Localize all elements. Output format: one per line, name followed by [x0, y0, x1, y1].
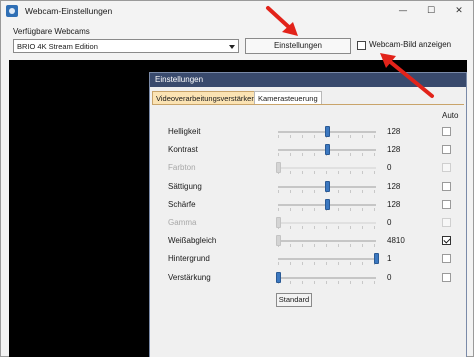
auto-checkbox[interactable]: [442, 181, 451, 191]
slider-thumb: [276, 162, 281, 174]
tab-camera-control[interactable]: Kamerasteuerung: [254, 91, 322, 104]
title-bar[interactable]: Webcam-Einstellungen — ☐ ✕: [1, 1, 473, 21]
minimize-button[interactable]: —: [389, 1, 417, 21]
setting-row: Sättigung 128: [150, 180, 466, 194]
auto-checkbox: [442, 163, 451, 173]
setting-label: Kontrast: [168, 145, 198, 155]
settings-dialog-title[interactable]: Einstellungen: [150, 73, 466, 87]
setting-row: Kontrast 128: [150, 143, 466, 157]
setting-row: Hintergrund 1: [150, 252, 466, 266]
settings-dialog: Einstellungen Videoverarbeitungsverstärk…: [149, 72, 467, 357]
chevron-down-icon: [229, 45, 235, 49]
setting-value: 0: [387, 163, 392, 173]
auto-checkbox[interactable]: [442, 199, 451, 209]
maximize-button[interactable]: ☐: [417, 1, 445, 21]
setting-value: 128: [387, 181, 401, 191]
webcam-select-value: BRIO 4K Stream Edition: [17, 42, 98, 51]
window-title: Webcam-Einstellungen: [25, 6, 113, 16]
webcam-app-icon: [6, 5, 18, 17]
setting-row: Schärfe 128: [150, 198, 466, 212]
setting-value: 1: [387, 254, 392, 264]
slider-thumb[interactable]: [325, 198, 330, 210]
setting-value: 128: [387, 199, 401, 209]
tab-video-proc-amp[interactable]: Videoverarbeitungsverstärker: [152, 91, 258, 104]
setting-label: Sättigung: [168, 181, 202, 191]
slider-ticks: [278, 244, 376, 248]
setting-value: 0: [387, 218, 392, 227]
webcam-select[interactable]: BRIO 4K Stream Edition: [13, 39, 239, 53]
slider-track[interactable]: [278, 240, 376, 243]
setting-label: Verstärkung: [168, 272, 211, 282]
auto-checkbox[interactable]: [442, 145, 451, 155]
slider-track: [278, 222, 376, 224]
setting-value: 128: [387, 127, 401, 136]
auto-checkbox[interactable]: [442, 236, 451, 246]
show-webcam-image-label[interactable]: Webcam-Bild anzeigen: [369, 40, 451, 49]
slider-ticks: [278, 171, 376, 175]
slider-thumb[interactable]: [276, 271, 281, 283]
main-window: Webcam-Einstellungen — ☐ ✕ Verfügbare We…: [0, 0, 474, 357]
show-webcam-image-checkbox[interactable]: [357, 41, 366, 50]
slider-thumb: [276, 217, 281, 228]
slider-ticks: [278, 280, 376, 284]
auto-checkbox[interactable]: [442, 127, 451, 136]
slider-thumb[interactable]: [325, 144, 330, 156]
setting-label: Farbton: [168, 163, 196, 173]
auto-checkbox[interactable]: [442, 272, 451, 282]
slider-thumb[interactable]: [374, 253, 379, 265]
setting-label: Helligkeit: [168, 127, 201, 136]
setting-row: Gamma 0: [150, 216, 466, 230]
settings-button[interactable]: Einstellungen: [245, 38, 351, 54]
setting-label: Weißabgleich: [168, 236, 217, 246]
slider-track[interactable]: [278, 276, 376, 279]
setting-value: 4810: [387, 236, 405, 246]
setting-label: Gamma: [168, 218, 197, 227]
auto-checkbox: [442, 218, 451, 227]
setting-row: Farbton 0: [150, 161, 466, 175]
setting-label: Schärfe: [168, 199, 196, 209]
webcam-list-label: Verfügbare Webcams: [13, 27, 90, 36]
setting-row: Verstärkung 0: [150, 271, 466, 285]
slider-ticks: [278, 262, 376, 266]
slider-thumb: [276, 235, 281, 247]
slider-ticks: [278, 226, 376, 229]
setting-value: 128: [387, 145, 401, 155]
setting-value: 0: [387, 272, 392, 282]
standard-button[interactable]: Standard: [276, 293, 312, 307]
setting-row: Helligkeit 128: [150, 125, 466, 139]
slider-track[interactable]: [278, 258, 376, 261]
tab-divider: [152, 104, 464, 105]
setting-row: Weißabgleich 4810: [150, 234, 466, 248]
setting-label: Hintergrund: [168, 254, 210, 264]
auto-column-header: Auto: [442, 111, 459, 120]
close-button[interactable]: ✕: [445, 1, 473, 21]
slider-thumb[interactable]: [325, 180, 330, 192]
slider-track: [278, 167, 376, 170]
auto-checkbox[interactable]: [442, 254, 451, 264]
slider-thumb[interactable]: [325, 126, 330, 137]
